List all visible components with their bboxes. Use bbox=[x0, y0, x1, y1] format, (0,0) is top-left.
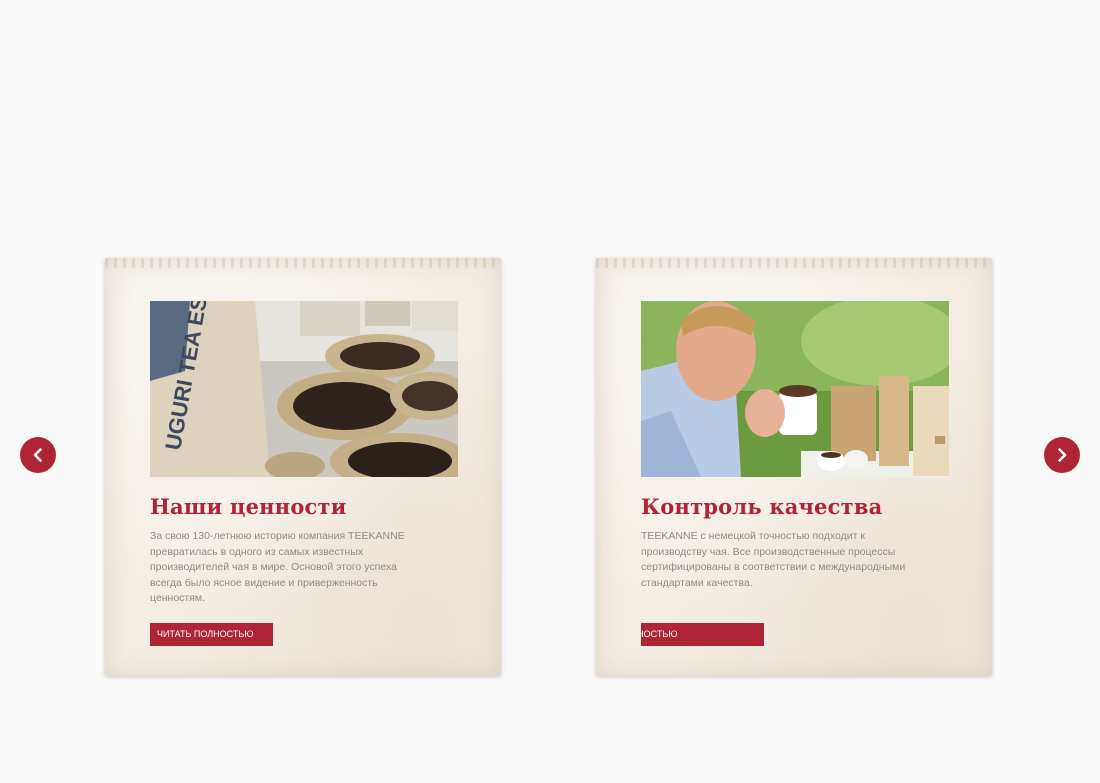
card-title: Наши ценности bbox=[150, 494, 347, 519]
card-quality-control: Контроль качества TEEKANNE с немецкой то… bbox=[596, 258, 992, 676]
read-more-button[interactable]: ЧИТАТЬ ПОЛНОСТЬЮ bbox=[150, 623, 273, 646]
chevron-right-icon bbox=[1058, 448, 1067, 462]
card-photo bbox=[641, 301, 949, 477]
quality-control-photo bbox=[641, 301, 949, 477]
carousel-next-button[interactable] bbox=[1044, 437, 1080, 473]
read-more-button[interactable]: ЧИТАТЬ ПОЛНОСТЬЮ bbox=[641, 623, 764, 646]
tea-samples-photo: UGURI TEA ESTATE bbox=[150, 301, 458, 477]
card-photo: UGURI TEA ESTATE bbox=[150, 301, 458, 477]
carousel-prev-button[interactable] bbox=[20, 437, 56, 473]
carousel: UGURI TEA ESTATE Наши ценности За свою 1… bbox=[0, 0, 1100, 783]
chevron-left-icon bbox=[33, 448, 42, 462]
card-our-values: UGURI TEA ESTATE Наши ценности За свою 1… bbox=[105, 258, 501, 676]
card-description: За свою 130-летнюю историю компания TEEK… bbox=[150, 530, 405, 605]
card-description: TEEKANNE с немецкой точностью подходит к… bbox=[641, 530, 906, 589]
card-title: Контроль качества bbox=[641, 494, 883, 519]
